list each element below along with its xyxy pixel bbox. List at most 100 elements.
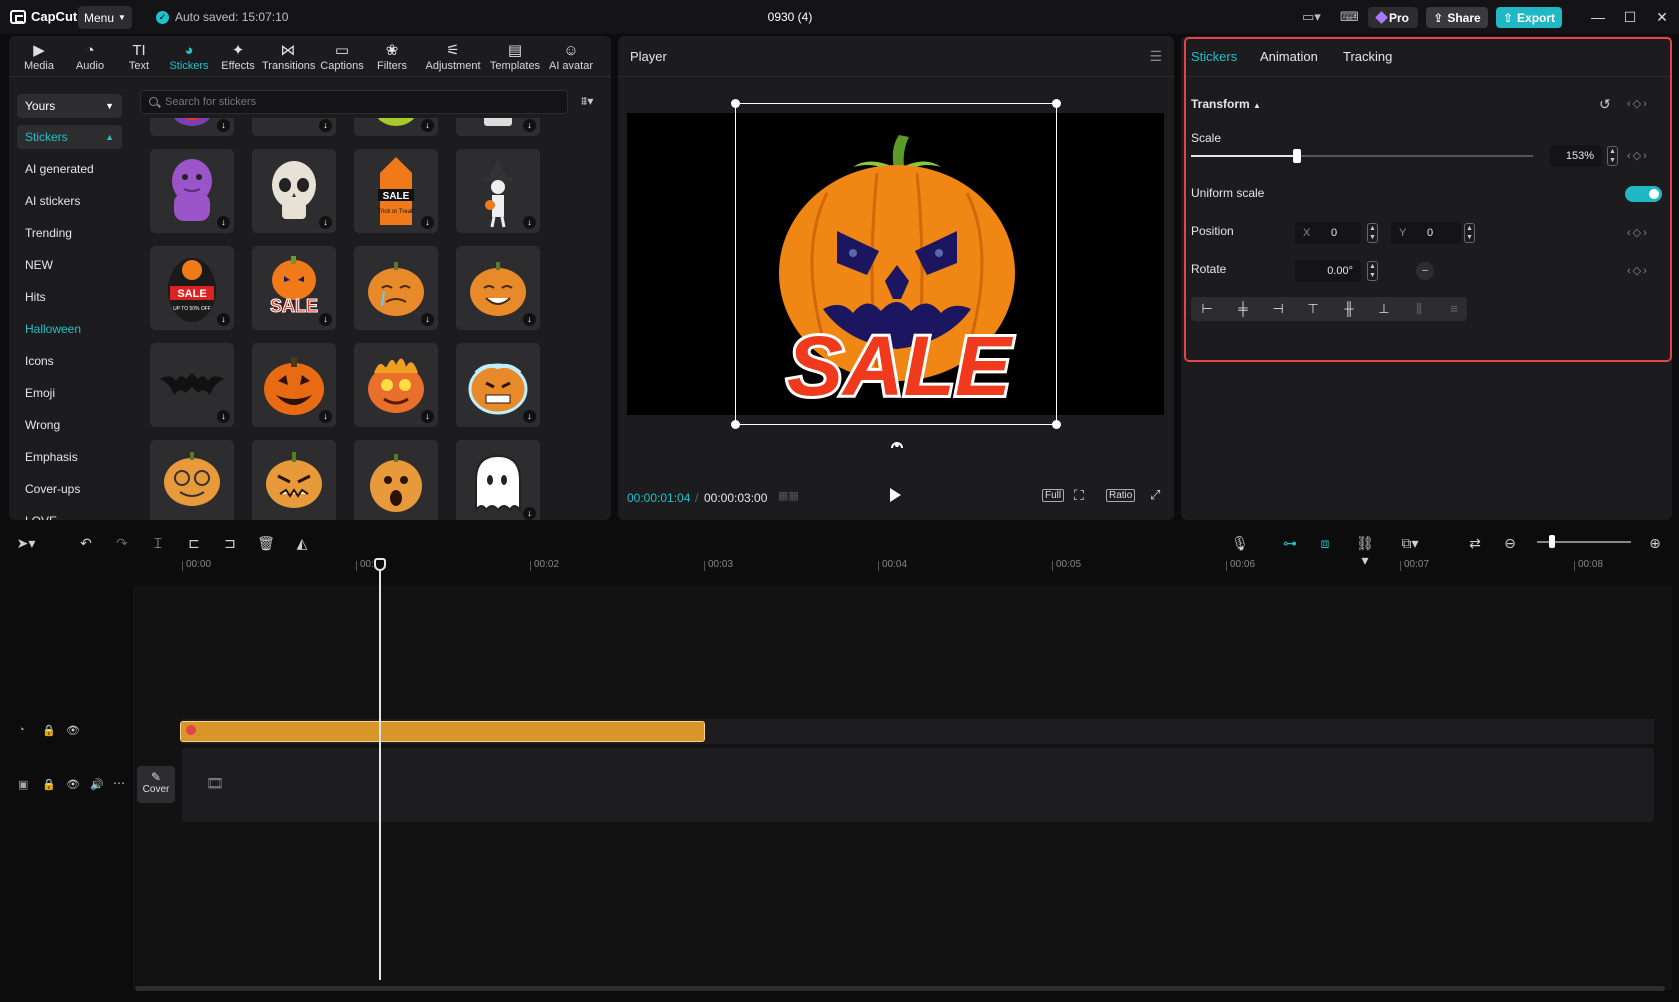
split-right-icon[interactable]: ⊐ — [220, 535, 240, 552]
category-icons[interactable]: Icons — [17, 349, 122, 373]
ratio-button[interactable]: Ratio — [1106, 489, 1136, 502]
resize-handle-tr[interactable] — [1052, 99, 1061, 108]
sticker-tile[interactable]: SALE Trick or Treat! ↓ — [354, 149, 438, 233]
tab-audio[interactable]: ◔ Audio — [64, 42, 116, 72]
sticker-selection-box[interactable] — [731, 99, 1061, 429]
category-halloween[interactable]: Halloween — [17, 317, 122, 341]
pro-button[interactable]: Pro — [1368, 7, 1418, 28]
sticker-tile[interactable]: ↓ — [456, 440, 540, 520]
sticker-tile[interactable]: ↓ — [354, 246, 438, 330]
layout-icon[interactable]: ▭▾ — [1302, 9, 1321, 25]
sticker-tile[interactable]: ↓ — [456, 343, 540, 427]
timecode-grid-icon[interactable]: ▦▦ — [778, 489, 799, 502]
zoom-fit-icon[interactable]: ⛶ — [1074, 487, 1084, 504]
replace-icon[interactable]: ⇄ — [1465, 535, 1485, 552]
sticker-tile[interactable]: ↓ — [150, 118, 234, 136]
sticker-tile[interactable]: ↓ — [456, 149, 540, 233]
download-icon[interactable]: ↓ — [523, 313, 536, 326]
time-ruler[interactable]: 00:00 00:01 00:02 00:03 00:04 00:05 00:0… — [180, 559, 1670, 573]
auto-snap-icon[interactable]: ⧈ — [1315, 535, 1335, 552]
sticker-tile[interactable]: ↓ — [354, 343, 438, 427]
sticker-tile[interactable]: SALE ↓ — [252, 246, 336, 330]
download-icon[interactable]: ↓ — [217, 410, 230, 423]
sticker-search[interactable] — [140, 90, 568, 114]
download-icon[interactable]: ↓ — [523, 410, 536, 423]
tab-stickers[interactable]: ◕ Stickers — [163, 42, 215, 72]
export-button[interactable]: ⇧ Export — [1496, 7, 1562, 28]
redo-icon[interactable]: ↷ — [112, 535, 132, 552]
sticker-tile[interactable] — [252, 440, 336, 520]
download-icon[interactable]: ↓ — [523, 119, 536, 132]
full-quality-button[interactable]: Full — [1042, 489, 1065, 502]
undo-icon[interactable]: ↶ — [76, 535, 96, 552]
sticker-tile[interactable] — [354, 440, 438, 520]
resize-handle-br[interactable] — [1052, 420, 1061, 429]
main-track-magnet-icon[interactable]: ⊶ — [1280, 535, 1300, 552]
tab-filters[interactable]: ❀ Filters — [366, 42, 418, 72]
download-icon[interactable]: ↓ — [523, 507, 536, 520]
microphone-icon[interactable]: 🎙 — [1230, 535, 1250, 552]
sticker-tile[interactable] — [150, 440, 234, 520]
download-icon[interactable]: ↓ — [421, 313, 434, 326]
category-hits[interactable]: Hits — [17, 285, 122, 309]
eye-icon[interactable]: 👁 — [66, 778, 80, 791]
mirror-icon[interactable]: ◭ — [292, 535, 312, 552]
stickers-source-dropdown[interactable]: Yours ▼ — [17, 94, 122, 118]
search-input[interactable] — [165, 96, 545, 108]
category-wrong[interactable]: Wrong — [17, 413, 122, 437]
main-video-track[interactable]: 🎞 — [182, 748, 1654, 822]
delete-icon[interactable]: 🗑 — [256, 535, 276, 552]
tab-transitions[interactable]: ⋈ Transitions — [262, 42, 315, 72]
tab-effects[interactable]: ✦ Effects — [212, 42, 264, 72]
timeline-zoom-thumb[interactable] — [1549, 535, 1555, 548]
sticker-tile[interactable]: SALE UP TO 50% OFF ↓ — [150, 246, 234, 330]
timeline-scrollbar[interactable] — [135, 986, 1665, 991]
download-icon[interactable]: ↓ — [421, 119, 434, 132]
project-title[interactable]: 0930 (4) — [700, 10, 880, 24]
split-left-icon[interactable]: ⊏ — [184, 535, 204, 552]
sticker-tile[interactable]: ↓ — [150, 149, 234, 233]
download-icon[interactable]: ↓ — [421, 410, 434, 423]
category-cover-ups[interactable]: Cover-ups — [17, 477, 122, 501]
sticker-tile[interactable]: ↓ — [354, 118, 438, 136]
category-ai-generated[interactable]: AI generated — [17, 157, 122, 181]
close-icon[interactable]: ✕ — [1652, 9, 1672, 26]
category-stickers[interactable]: Stickers ▲ — [17, 125, 122, 149]
category-new[interactable]: NEW — [17, 253, 122, 277]
download-icon[interactable]: ↓ — [319, 216, 332, 229]
download-icon[interactable]: ↓ — [217, 119, 230, 132]
download-icon[interactable]: ↓ — [523, 216, 536, 229]
rotate-handle-icon[interactable] — [890, 438, 904, 448]
uniform-scale-toggle[interactable] — [1625, 186, 1662, 202]
volume-icon[interactable]: 🔊 — [90, 778, 104, 791]
tab-text[interactable]: TI Text — [113, 42, 165, 72]
filter-icon[interactable]: ⩩▾ — [581, 94, 593, 109]
download-icon[interactable]: ↓ — [319, 119, 332, 132]
sticker-tile[interactable]: ↓ — [456, 246, 540, 330]
sticker-tile[interactable]: ↓ — [252, 118, 336, 136]
tab-media[interactable]: ▶ Media — [13, 42, 65, 72]
eye-icon[interactable]: 👁 — [66, 724, 80, 737]
cover-button[interactable]: ✎ Cover — [137, 766, 175, 803]
maximize-icon[interactable]: ☐ — [1620, 9, 1640, 26]
tab-ai-avatar[interactable]: ☺ AI avatar — [543, 42, 599, 72]
share-button[interactable]: ⇪ Share — [1426, 7, 1488, 28]
category-emphasis[interactable]: Emphasis — [17, 445, 122, 469]
sticker-tile[interactable]: ↓ — [252, 149, 336, 233]
download-icon[interactable]: ↓ — [217, 216, 230, 229]
tab-templates[interactable]: ▤ Templates — [487, 42, 543, 72]
preview-axis-icon[interactable]: ⧉▾ — [1400, 535, 1420, 552]
sticker-clip[interactable] — [180, 721, 705, 742]
play-icon[interactable] — [890, 488, 901, 502]
more-icon[interactable]: ⋯ — [113, 776, 125, 790]
tab-captions[interactable]: ▭ Captions — [316, 42, 368, 72]
fullscreen-icon[interactable]: ⤢ — [1150, 487, 1160, 503]
category-love[interactable]: LOVE — [17, 509, 122, 520]
sticker-tile[interactable]: ↓ — [150, 343, 234, 427]
minimize-icon[interactable]: — — [1588, 9, 1608, 25]
category-emoji[interactable]: Emoji — [17, 381, 122, 405]
download-icon[interactable]: ↓ — [217, 313, 230, 326]
download-icon[interactable]: ↓ — [319, 410, 332, 423]
select-tool-icon[interactable]: ➤▾ — [16, 535, 36, 552]
playhead-handle[interactable] — [374, 558, 386, 571]
